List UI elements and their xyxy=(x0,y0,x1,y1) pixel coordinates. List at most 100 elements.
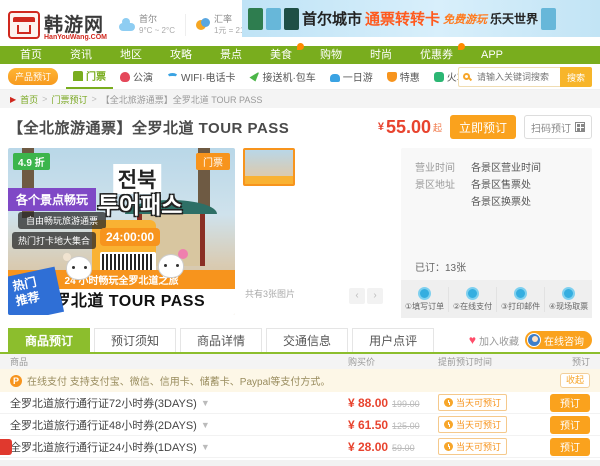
shield-icon xyxy=(466,286,479,300)
banner-card-image xyxy=(541,7,557,30)
image-korean-title-2: 투어패스 xyxy=(97,192,183,218)
hot-recommend-ribbon: 热门 推荐 xyxy=(8,266,65,315)
tab-product-details[interactable]: 商品详情 xyxy=(180,328,263,352)
product-booking-badge: 产品预订 xyxy=(8,68,59,85)
info-value: 各景区换票处 xyxy=(471,197,531,208)
breadcrumb-home[interactable]: 首页 xyxy=(20,93,38,106)
book-button[interactable]: 预订 xyxy=(550,415,590,434)
nav-item-fashion[interactable]: 时尚 xyxy=(356,46,406,64)
chevron-down-icon[interactable]: ▼ xyxy=(201,398,210,408)
banner-text-2: 通票转转卡 xyxy=(365,11,441,28)
payment-notice: P 在线支付 支持支付宝、微信、信用卡、储蓄卡、Paypal等支付方式。 收起 xyxy=(0,369,600,392)
page: 韩游网 HanYouWang.COM 首尔 9°C ~ 2°C 汇率 1元 = … xyxy=(0,0,600,466)
book-now-button[interactable]: 立即预订 xyxy=(450,115,516,139)
info-value: 各景区售票处 xyxy=(471,180,531,191)
subnav-item-wifi[interactable]: WIFI·电话卡 xyxy=(160,64,242,89)
tab-user-reviews[interactable]: 用户点评 xyxy=(352,328,435,352)
thumb-next-button[interactable]: › xyxy=(367,288,383,304)
table-row: 全罗北道旅行通行证72小时券(3DAYS) ▼ ¥ 88.00 199.00 当天可… xyxy=(0,392,600,414)
nav-item-sights[interactable]: 景点 xyxy=(206,46,256,64)
tab-booking-notes[interactable]: 预订须知 xyxy=(94,328,177,352)
clock-icon xyxy=(444,420,453,429)
breadcrumb-category[interactable]: 门票预订 xyxy=(51,93,87,106)
wifi-icon xyxy=(167,73,179,80)
col-product: 商品 xyxy=(10,357,29,367)
subnav-item-tickets[interactable]: 门票 xyxy=(66,64,114,89)
banner-ad[interactable]: 首尔城市 通票转转卡 免费游玩 乐天世界 xyxy=(242,0,600,37)
nav-item-shopping[interactable]: 购物 xyxy=(306,46,356,64)
top-header: 韩游网 HanYouWang.COM 首尔 9°C ~ 2°C 汇率 1元 = … xyxy=(0,0,600,46)
sub-nav: 产品预订 门票 公演 WIFI·电话卡 接送机·包车 一日游 特惠 火车票 免税… xyxy=(0,64,600,90)
breadcrumb-separator: > xyxy=(42,94,48,104)
chevron-down-icon[interactable]: ▼ xyxy=(201,442,210,452)
divider xyxy=(184,14,186,36)
nav-item-food[interactable]: 美食 xyxy=(256,43,306,64)
info-row-address-2: 各景区换票处 xyxy=(415,194,578,211)
book-button[interactable]: 预订 xyxy=(550,437,590,456)
step-pickup-onsite: ④现场取票 xyxy=(544,286,592,312)
online-consult-button[interactable]: 在线咨询 xyxy=(525,331,592,349)
shield-icon xyxy=(562,286,575,300)
site-logo[interactable]: 韩游网 HanYouWang.COM xyxy=(8,10,107,41)
info-value: 各景区营业时间 xyxy=(471,163,541,174)
thumb-prev-button[interactable]: ‹ xyxy=(349,288,365,304)
nav-item-guide[interactable]: 攻略 xyxy=(156,46,206,64)
hot-icon xyxy=(297,43,304,50)
product-main-image[interactable]: 4.9 折 门票 전북 투어패스 各个景点畅玩 自由畅玩旅游通票 热门打卡地大集… xyxy=(8,148,235,315)
add-favorite-button[interactable]: ♥ 加入收藏 xyxy=(469,333,519,348)
floating-widget[interactable] xyxy=(0,439,12,455)
price-cell: ¥ 88.00 199.00 xyxy=(348,395,420,410)
image-purple-banner: 各个景点畅玩 xyxy=(8,188,97,211)
product-header: 【全北旅游通票】全罗北道 TOUR PASS ¥ 55.00 起 立即预订 扫码… xyxy=(0,108,600,146)
subnav-item-transfer[interactable]: 接送机·包车 xyxy=(242,64,322,89)
subnav-item-shows[interactable]: 公演 xyxy=(113,64,160,89)
tab-product-booking[interactable]: 商品预订 xyxy=(8,328,91,352)
ticket-icon xyxy=(73,70,84,81)
footer-strip xyxy=(0,460,600,466)
avatar xyxy=(527,333,541,347)
nav-item-region[interactable]: 地区 xyxy=(106,46,156,64)
book-button[interactable]: 预订 xyxy=(550,393,590,412)
step-print-email: ③打印邮件 xyxy=(496,286,544,312)
info-panel: 营业时间 各景区营业时间 景区地址 各景区售票处 各景区换票处 已订：13张 ①… xyxy=(401,148,592,318)
subnav-item-deals[interactable]: 特惠 xyxy=(380,64,427,89)
train-icon xyxy=(433,71,444,82)
nav-item-news[interactable]: 资讯 xyxy=(56,46,106,64)
info-row-address: 景区地址 各景区售票处 xyxy=(415,177,578,194)
info-label: 营业时间 xyxy=(415,163,455,174)
col-book: 预订 xyxy=(571,357,590,367)
weather-city: 首尔 xyxy=(139,14,158,24)
red-pavilion-stamp-icon xyxy=(8,11,40,39)
photos-count: 共有3张图片 xyxy=(245,289,296,299)
payment-notice-text: 在线支付 支持支付宝、微信、信用卡、储蓄卡、Paypal等支付方式。 xyxy=(27,377,331,388)
clock-icon xyxy=(444,398,453,407)
table-row: 全罗北道旅行通行证24小时券(1DAYS) ▼ ¥ 28.00 59.00 当天可预… xyxy=(0,436,600,458)
thumbnail-image[interactable] xyxy=(243,148,295,186)
price-suffix: 起 xyxy=(432,122,442,133)
collapse-tag[interactable]: 收起 xyxy=(559,373,590,388)
nav-item-home[interactable]: 首页 xyxy=(6,46,56,64)
clock-icon xyxy=(444,442,453,451)
subnav-item-daytour[interactable]: 一日游 xyxy=(323,64,380,89)
tab-traffic-info[interactable]: 交通信息 xyxy=(266,328,349,352)
airplane-icon xyxy=(249,71,260,82)
paypal-icon: P xyxy=(10,374,22,387)
col-advance-time: 提前预订时间 xyxy=(438,357,493,367)
booking-steps: ①填写订单 ②在线支付 ③打印邮件 ④现场取票 xyxy=(401,280,592,318)
banner-card-image xyxy=(248,7,263,30)
banner-card-image xyxy=(266,7,281,30)
nav-item-app[interactable]: APP xyxy=(467,46,517,64)
chevron-down-icon[interactable]: ▼ xyxy=(201,420,210,430)
search-button[interactable]: 搜索 xyxy=(560,67,592,87)
weather-widget: 首尔 9°C ~ 2°C xyxy=(119,14,175,36)
search-input[interactable] xyxy=(458,67,560,87)
hot-icon xyxy=(458,43,465,50)
qr-book-button[interactable]: 扫码预订 xyxy=(524,115,592,139)
nav-item-coupon[interactable]: 优惠券 xyxy=(406,43,467,64)
discount-badge: 4.9 折 xyxy=(13,153,50,170)
image-pill-2: 热门打卡地大集合 xyxy=(12,232,97,249)
shield-icon xyxy=(418,286,431,300)
breadcrumb-separator: > xyxy=(91,94,97,104)
price-cell: ¥ 61.50 125.00 xyxy=(348,417,420,432)
heart-icon: ♥ xyxy=(468,333,476,347)
